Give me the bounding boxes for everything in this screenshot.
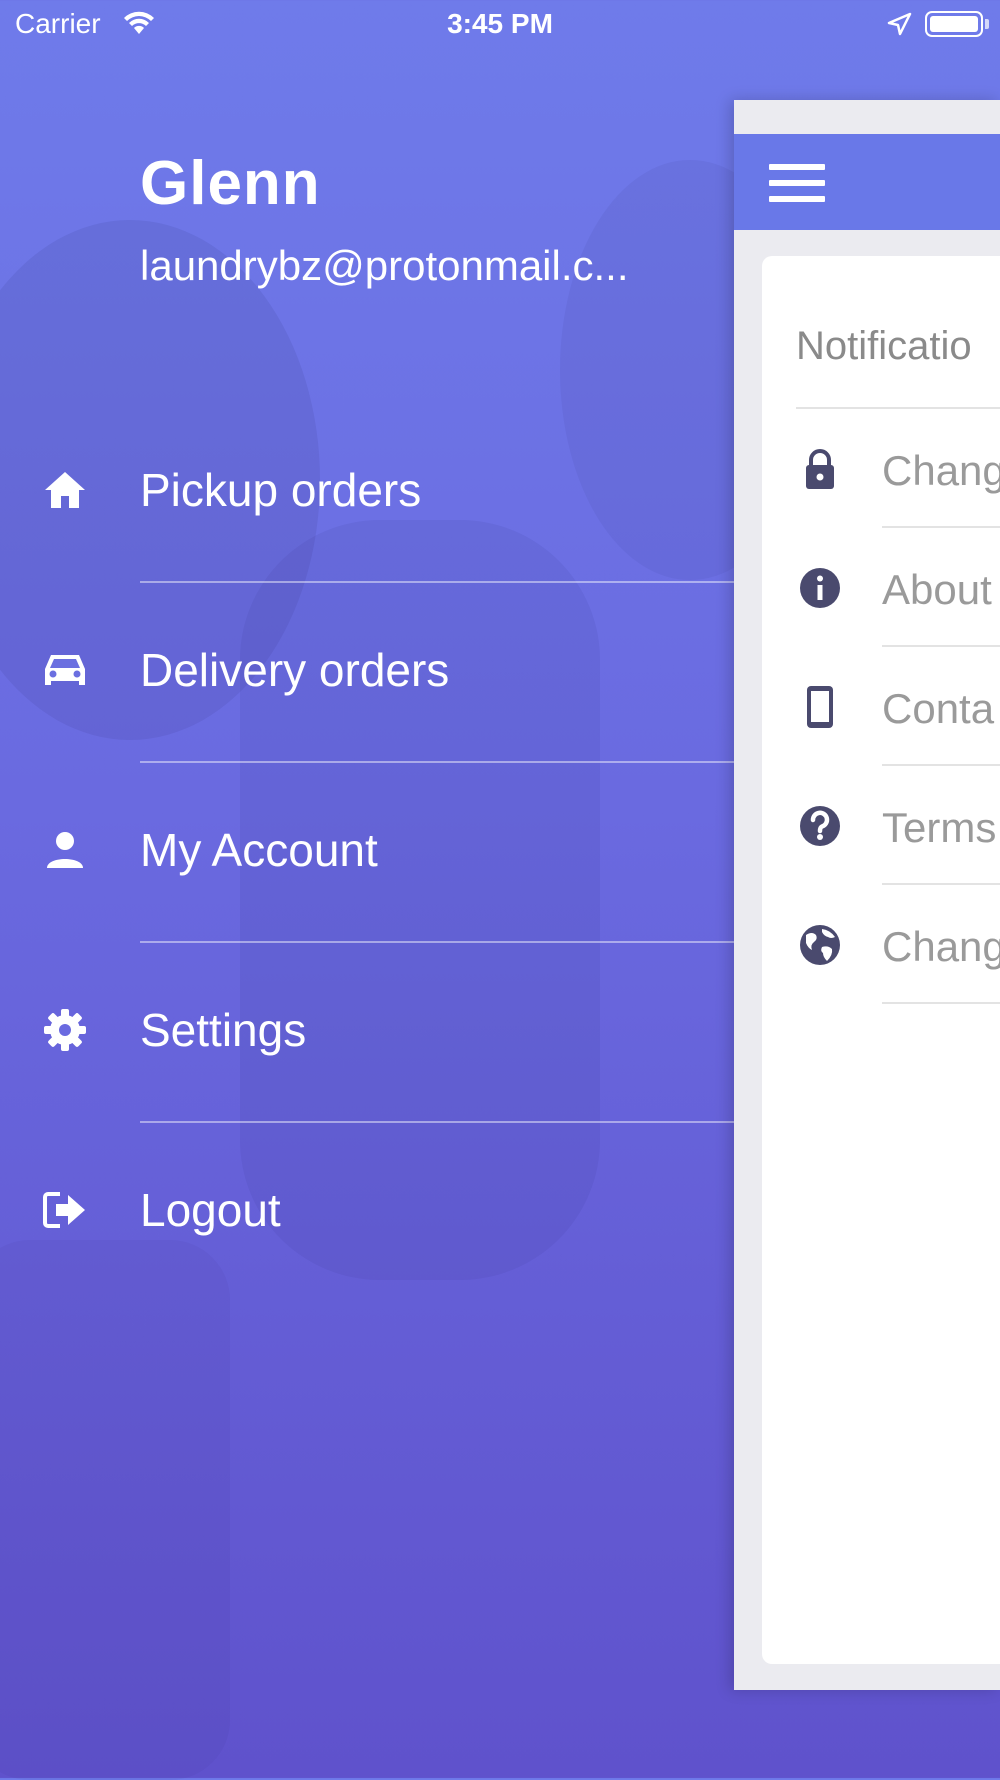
drawer-menu: Pickup orders Delivery orders My Account [0,403,735,1303]
hamburger-menu-icon[interactable] [769,164,825,202]
menu-item-delivery-orders[interactable]: Delivery orders [0,583,735,763]
divider [882,1002,1000,1004]
menu-item-label: Delivery orders [140,644,450,696]
status-bar: Carrier 3:45 PM [0,0,1000,50]
settings-row-change-language[interactable]: Chang [762,885,1000,1004]
user-email: laundrybz@protonmail.c... [140,242,629,289]
menu-item-label: Pickup orders [140,464,422,516]
home-icon [40,465,90,515]
phone-icon [807,686,833,728]
settings-card: Notificatio Chang About Conta Terms Chan… [762,256,1000,1664]
app-header [734,134,1000,230]
battery-tip [985,19,989,29]
car-icon [40,645,90,695]
menu-item-label: My Account [140,824,378,876]
menu-item-label: Settings [140,1004,307,1056]
menu-item-my-account[interactable]: My Account [0,763,735,943]
menu-item-logout[interactable]: Logout [0,1123,735,1303]
lock-icon [806,449,834,489]
location-arrow-icon [887,12,912,36]
settings-row-label: Terms [882,804,997,851]
settings-row-change-password[interactable]: Chang [762,409,1000,528]
background-photo-shape [0,1240,230,1780]
settings-row-label: Chang [882,923,1000,970]
info-icon [800,568,840,608]
clock: 3:45 PM [447,8,553,39]
menu-item-pickup-orders[interactable]: Pickup orders [0,403,735,583]
user-name: Glenn [140,149,321,218]
settings-row-label: About [882,566,992,613]
settings-row-terms[interactable]: Terms [762,766,1000,885]
settings-row-label: Chang [882,447,1000,494]
help-icon [800,806,840,846]
menu-item-label: Logout [140,1184,281,1236]
logout-icon [40,1185,90,1235]
globe-icon [800,925,840,965]
person-icon [40,825,90,875]
settings-screen[interactable]: Notificatio Chang About Conta Terms Chan… [734,100,1000,1690]
notifications-setting[interactable]: Notificatio [796,324,972,369]
menu-item-settings[interactable]: Settings [0,943,735,1123]
settings-row-contact[interactable]: Conta [762,647,1000,766]
battery-icon [925,11,983,37]
settings-row-label: Conta [882,685,995,732]
settings-row-about[interactable]: About [762,528,1000,647]
gear-icon [40,1005,90,1055]
